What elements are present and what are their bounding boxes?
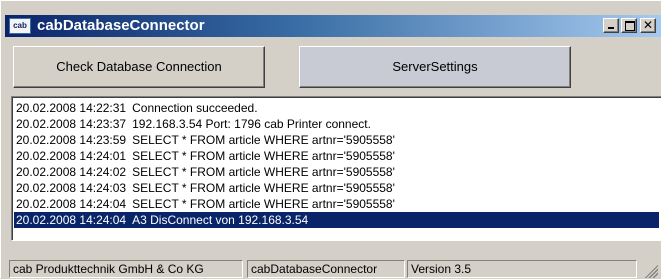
log-message: SELECT * FROM article WHERE artnr='59055… <box>132 197 395 211</box>
log-entry[interactable]: 20.02.2008 14:24:02 SELECT * FROM article… <box>16 164 395 180</box>
log-timestamp: 20.02.2008 14:24:04 <box>16 197 127 211</box>
log-timestamp: 20.02.2008 14:24:02 <box>16 165 127 179</box>
log-timestamp: 20.02.2008 14:23:59 <box>16 133 127 147</box>
log-entry[interactable]: 20.02.2008 14:24:04 SELECT * FROM article… <box>16 196 395 212</box>
log-timestamp: 20.02.2008 14:24:01 <box>16 149 127 163</box>
log-entry[interactable]: 20.02.2008 14:23:37 192.168.3.54 Port: 17… <box>16 116 371 132</box>
status-company: cab Produkttechnik GmbH & Co KG <box>9 260 243 278</box>
log-entry[interactable]: 20.02.2008 14:22:31 Connection succeeded. <box>16 100 258 116</box>
status-bar: cab Produkttechnik GmbH & Co KG cabDatab… <box>1 258 661 279</box>
log-timestamp: 20.02.2008 14:24:04 <box>16 213 127 227</box>
log-message: SELECT * FROM article WHERE artnr='59055… <box>132 149 395 163</box>
log-entry[interactable]: 20.02.2008 14:23:59 SELECT * FROM article… <box>16 132 395 148</box>
app-window: cab cabDatabaseConnector ✕ Check Databas… <box>0 0 661 279</box>
log-list[interactable]: 20.02.2008 14:22:31 Connection succeeded.… <box>11 96 661 241</box>
maximize-icon <box>625 21 635 31</box>
log-message: Connection succeeded. <box>132 101 258 115</box>
minimize-button[interactable] <box>603 18 619 33</box>
check-database-connection-button[interactable]: Check Database Connection <box>13 46 265 88</box>
minimize-icon <box>608 27 614 29</box>
window-title: cabDatabaseConnector <box>37 17 205 34</box>
close-button[interactable]: ✕ <box>640 18 656 33</box>
log-timestamp: 20.02.2008 14:24:03 <box>16 181 127 195</box>
close-icon: ✕ <box>643 18 654 32</box>
log-message: 192.168.3.54 Port: 1796 cab Printer conn… <box>132 117 371 131</box>
log-entry[interactable]: 20.02.2008 14:24:01 SELECT * FROM article… <box>16 148 395 164</box>
title-bar[interactable]: cab cabDatabaseConnector ✕ <box>5 15 661 37</box>
resize-grip-icon[interactable] <box>642 262 658 278</box>
log-timestamp: 20.02.2008 14:23:37 <box>16 117 127 131</box>
status-version: Version 3.5 <box>407 260 637 278</box>
log-entry[interactable]: 20.02.2008 14:24:04 A3 DisConnect von 192… <box>14 212 659 228</box>
log-message: SELECT * FROM article WHERE artnr='59055… <box>132 133 395 147</box>
app-icon[interactable]: cab <box>9 18 31 34</box>
log-timestamp: 20.02.2008 14:22:31 <box>16 101 127 115</box>
log-message: SELECT * FROM article WHERE artnr='59055… <box>132 181 395 195</box>
log-message: SELECT * FROM article WHERE artnr='59055… <box>132 165 395 179</box>
status-app-name: cabDatabaseConnector <box>247 260 405 278</box>
log-entry[interactable]: 20.02.2008 14:24:03 SELECT * FROM article… <box>16 180 395 196</box>
maximize-button[interactable] <box>621 18 637 33</box>
log-message: A3 DisConnect von 192.168.3.54 <box>132 213 309 227</box>
server-settings-button[interactable]: ServerSettings <box>299 46 571 88</box>
